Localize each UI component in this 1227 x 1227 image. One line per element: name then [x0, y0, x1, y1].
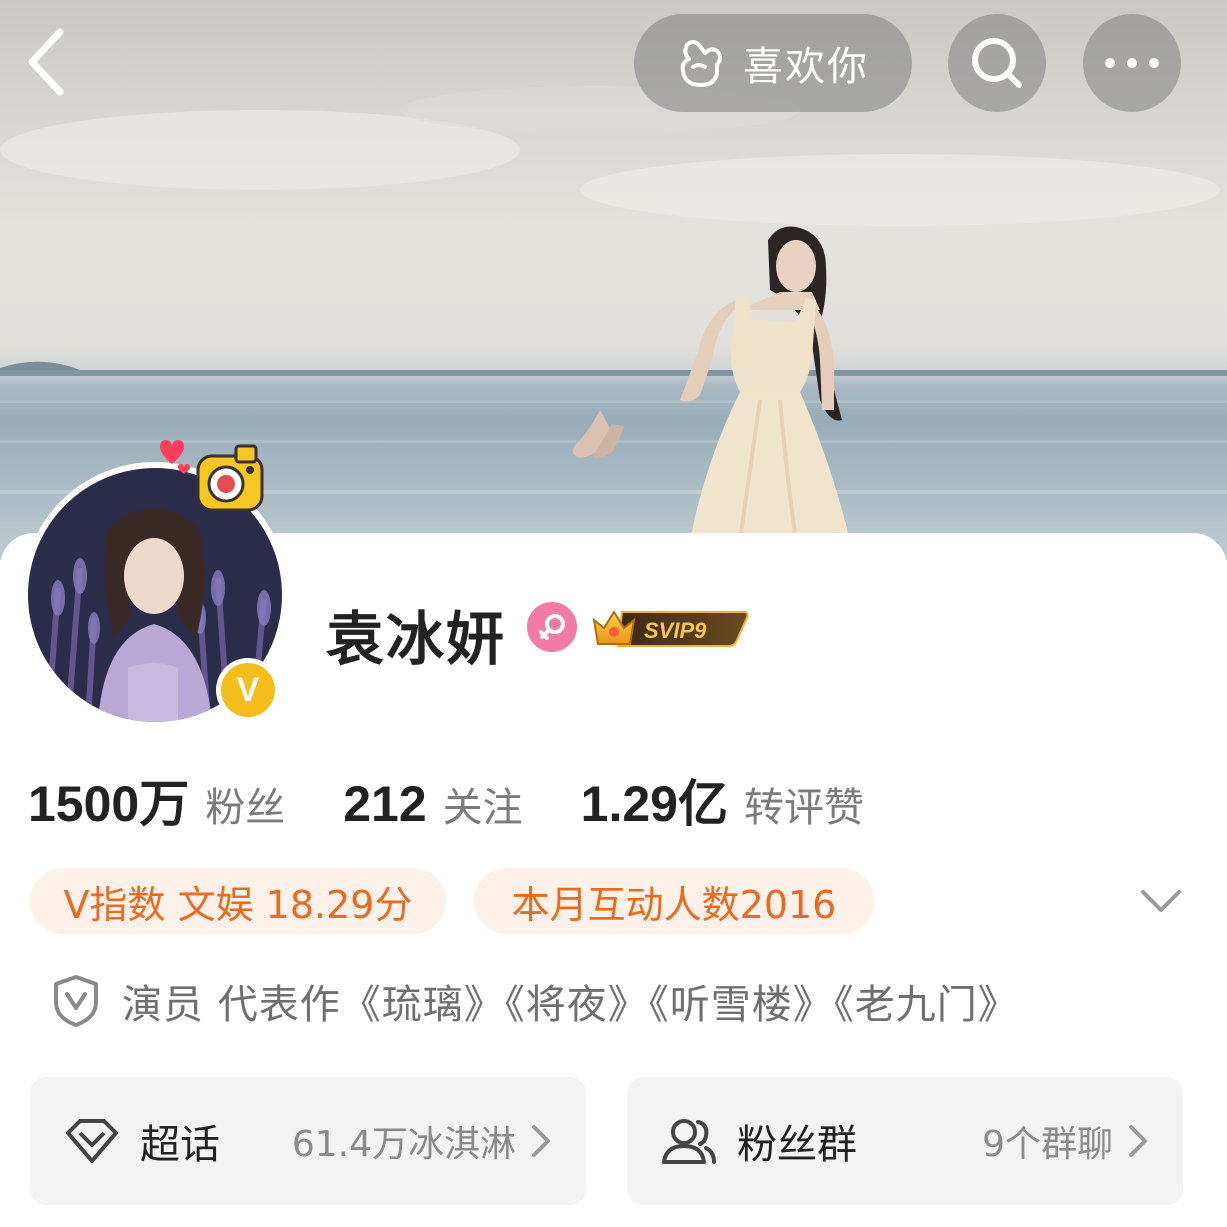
camera-sticker-icon	[160, 440, 264, 512]
shield-v-icon	[54, 975, 98, 1027]
engagement-label: 转评赞	[744, 785, 864, 831]
back-button[interactable]	[20, 24, 80, 100]
verification-description: 演员 代表作《琉璃》《将夜》《听雪楼》《老九门》	[52, 968, 1019, 1034]
super-topic-title: 超话	[140, 1122, 220, 1168]
female-gender-icon	[527, 602, 577, 652]
followers-count: 1500万	[28, 776, 190, 832]
v-index-tag[interactable]: V指数 文娱 18.29分	[30, 868, 446, 934]
diamond-icon	[62, 1111, 122, 1171]
profile-name: 袁冰妍	[326, 605, 507, 673]
following-label: 关注	[442, 785, 523, 831]
verified-v-icon: V	[221, 663, 275, 717]
fan-group-title: 粉丝群	[737, 1122, 857, 1168]
following-stat[interactable]: 212 关注	[343, 775, 522, 833]
chevron-right-icon	[532, 1125, 550, 1157]
verified-badge: V	[216, 658, 280, 722]
group-users-icon	[659, 1111, 719, 1171]
engagement-stat[interactable]: 1.29亿 转评赞	[581, 764, 864, 836]
chevron-down-icon[interactable]	[1138, 880, 1184, 920]
chevron-left-icon	[28, 28, 64, 96]
svip-label: SVIP9	[644, 618, 707, 643]
following-count: 212	[343, 776, 427, 832]
finger-heart-icon	[680, 40, 722, 87]
engagement-count: 1.29亿	[580, 776, 728, 832]
super-topic-members: 61.4万冰淇淋	[291, 1124, 516, 1165]
followers-label: 粉丝	[205, 785, 286, 831]
monthly-interaction-tag[interactable]: 本月互动人数2016	[474, 868, 874, 934]
super-topic-entry[interactable]: 超话 61.4万冰淇淋	[30, 1077, 586, 1205]
like-you-label: 喜欢你	[743, 44, 869, 90]
search-icon	[972, 38, 1022, 88]
stats-row: 1500万 粉丝 212 关注 1.29亿 转评赞	[28, 764, 922, 832]
followers-stat[interactable]: 1500万 粉丝	[28, 764, 285, 836]
fan-group-entry[interactable]: 粉丝群 9个群聊	[627, 1077, 1183, 1205]
fan-group-count: 9个群聊	[982, 1124, 1113, 1165]
chevron-right-icon	[1129, 1125, 1147, 1157]
svip-badge[interactable]: SVIP9	[588, 598, 750, 654]
search-button[interactable]	[948, 14, 1046, 112]
more-button[interactable]	[1083, 14, 1181, 112]
description-text: 演员 代表作《琉璃》《将夜》《听雪楼》《老九门》	[122, 982, 1019, 1028]
more-dots-icon	[1105, 58, 1159, 68]
like-you-button[interactable]: 喜欢你	[634, 14, 912, 112]
